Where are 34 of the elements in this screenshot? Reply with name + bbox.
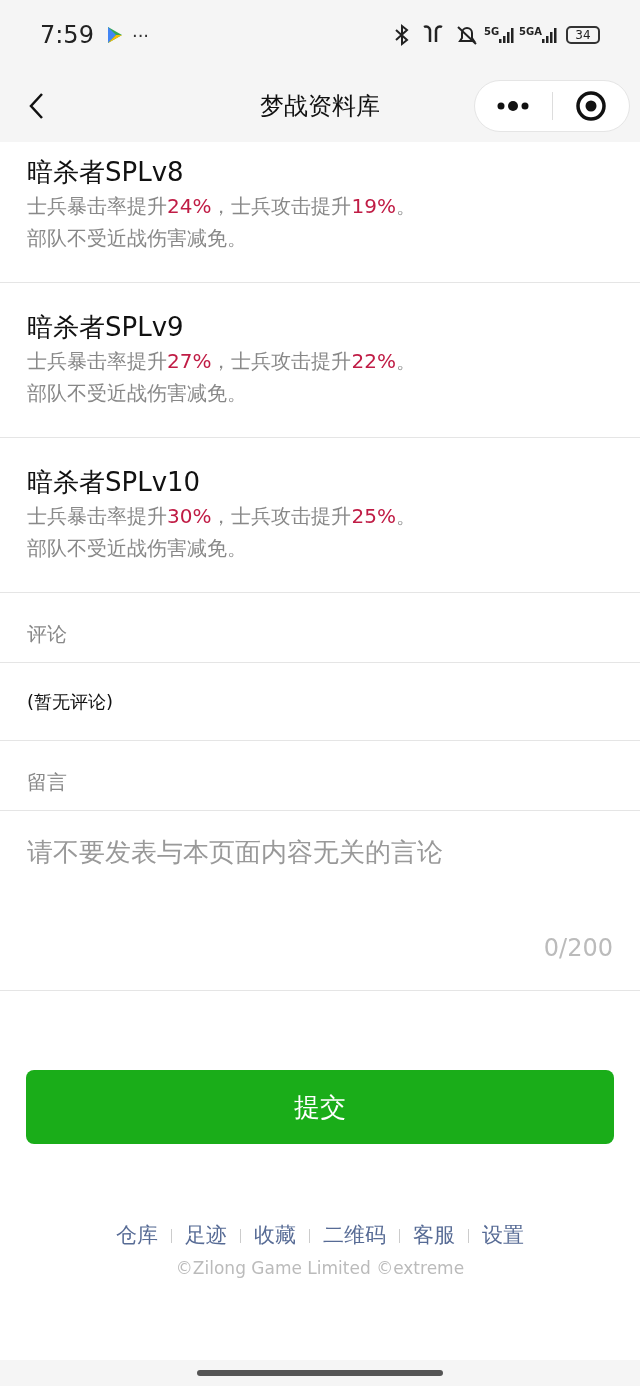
signal-icon <box>499 27 516 43</box>
footer-link[interactable]: 客服 <box>413 1220 455 1252</box>
skill-description: 部队不受近战伤害减免。 <box>27 535 248 562</box>
target-icon <box>574 90 607 122</box>
skill-description: 部队不受近战伤害减免。 <box>27 380 248 407</box>
more-notifications: ··· <box>131 23 150 48</box>
section-label: 评论 <box>27 620 67 648</box>
character-counter: 0/200 <box>543 933 613 964</box>
submit-button[interactable]: 提交 <box>26 1070 614 1144</box>
copyright: ©Zilong Game Limited ©extreme <box>174 1256 466 1280</box>
more-icon <box>496 101 531 111</box>
footer-link[interactable]: 足迹 <box>185 1220 227 1252</box>
skill-description: 士兵暴击率提升24%，士兵攻击提升19%。 <box>27 193 417 220</box>
skill-title: 暗杀者SPLv9 <box>27 311 185 344</box>
status-time: 7:59 <box>40 20 94 51</box>
network-label: 5GA <box>519 27 542 37</box>
message-field[interactable]: 请不要发表与本页面内容无关的言论 <box>27 833 613 930</box>
back-icon <box>28 92 44 120</box>
skill-title: 暗杀者SPLv8 <box>27 156 185 189</box>
skill-description: 部队不受近战伤害减免。 <box>27 225 248 252</box>
page-title: 梦战资料库 <box>260 91 380 122</box>
footer-link[interactable]: 二维码 <box>323 1220 386 1252</box>
footer-link[interactable]: 仓库 <box>116 1220 158 1252</box>
section-label: 留言 <box>27 768 67 796</box>
empty-comments: (暂无评论) <box>27 690 114 714</box>
network-label: 5G <box>483 27 500 37</box>
signal-icon <box>542 27 558 43</box>
skill-description: 士兵暴击率提升30%，士兵攻击提升25%。 <box>27 503 417 530</box>
skill-description: 士兵暴击率提升27%，士兵攻击提升22%。 <box>27 348 417 375</box>
skill-title: 暗杀者SPLv10 <box>27 466 202 499</box>
play-store-icon <box>105 25 124 45</box>
footer-link[interactable]: 收藏 <box>254 1220 296 1252</box>
battery-indicator: 34 <box>566 26 600 44</box>
footer-link[interactable]: 设置 <box>482 1220 524 1252</box>
